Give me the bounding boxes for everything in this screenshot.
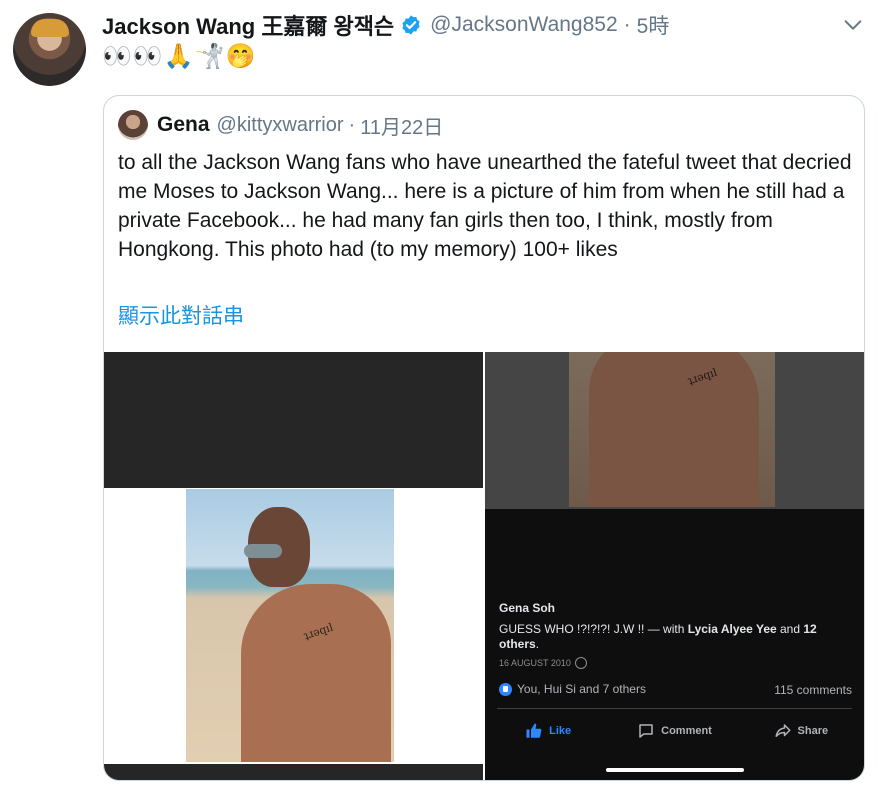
author-display-name[interactable]: Jackson Wang 王嘉爾 왕잭슨 — [102, 9, 394, 41]
quoted-tweet-text: to all the Jackson Wang fans who have un… — [118, 151, 852, 261]
fb-caption-middle: and — [776, 622, 804, 636]
fb-caption-start: GUESS WHO !?!?!?! J.W !! — with — [499, 622, 688, 636]
fb-comment-label: Comment — [661, 725, 712, 737]
fb-comment-action: Comment — [611, 718, 737, 744]
fb-comments-count: 115 comments — [774, 683, 852, 697]
fb-action-bar: Like Comment Share — [485, 718, 864, 744]
fb-share-label: Share — [797, 725, 829, 737]
fb-tagged-person: Lycia Alyee Yee — [687, 622, 777, 636]
fb-post-caption: GUESS WHO !?!?!?! J.W !! — with Lycia Al… — [499, 622, 849, 652]
beach-photo: ʇɹǝqıl — [186, 489, 394, 762]
fb-like-action: Like — [485, 718, 611, 744]
quoted-author-name: Gena — [157, 113, 210, 136]
quoted-author-handle: @kittyxwarrior — [216, 113, 344, 136]
quoted-tweet-header: Gena @kittyxwarrior · 11月22日 — [118, 110, 443, 140]
fb-photo-area: ʇɹǝqıl — [485, 352, 864, 509]
separator-dot: · — [623, 13, 631, 36]
comment-icon — [639, 724, 653, 738]
image-dark-band — [104, 352, 483, 488]
like-reaction-icon — [499, 682, 512, 696]
separator-dot: · — [348, 113, 356, 136]
photo-subject-sunglasses — [244, 544, 282, 558]
image-dark-band-bottom — [104, 764, 483, 780]
fb-post-date: 16 AUGUST 2010 — [499, 658, 571, 668]
fb-photo: ʇɹǝqıl — [569, 352, 775, 507]
fb-reactions: You, Hui Si and 7 others — [499, 682, 646, 696]
quoted-tweet-card[interactable]: Gena @kittyxwarrior · 11月22日 to all the … — [103, 95, 865, 781]
chevron-down-icon[interactable] — [842, 14, 864, 36]
media-image-left[interactable]: ʇɹǝqıl — [104, 352, 483, 780]
thumbs-up-icon — [526, 723, 542, 738]
globe-icon — [574, 657, 587, 669]
fb-like-label: Like — [549, 725, 572, 737]
tweet-text: 👀👀🙏🤺🤭 — [102, 42, 257, 70]
author-handle[interactable]: @JacksonWang852 — [430, 13, 617, 37]
home-indicator-bar — [606, 768, 744, 772]
fb-divider — [497, 708, 852, 709]
fb-photo-subject — [589, 352, 759, 507]
photo-subject-back — [241, 584, 391, 762]
tweet-author-avatar[interactable] — [13, 13, 86, 86]
share-icon — [775, 724, 791, 737]
tweet-header: Jackson Wang 王嘉爾 왕잭슨 @JacksonWang852 · 5… — [102, 10, 669, 40]
media-image-right[interactable]: ʇɹǝqıl Gena Soh GUESS WHO !?!?!?! J.W !!… — [485, 352, 864, 780]
verified-badge-icon — [402, 15, 420, 35]
quoted-author-avatar — [118, 110, 148, 140]
avatar-cap — [31, 19, 69, 37]
quoted-tweet-date: 11月22日 — [360, 116, 444, 139]
fb-caption-end: . — [535, 637, 540, 651]
fb-post-author: Gena Soh — [499, 601, 556, 615]
show-thread-link[interactable]: 顯示此對話串 — [118, 300, 244, 330]
tweet-time[interactable]: 5時 — [637, 10, 670, 40]
fb-post-date-row: 16 AUGUST 2010 — [499, 657, 587, 669]
fb-reactions-text: You, Hui Si and 7 others — [517, 682, 646, 696]
fb-share-action: Share — [738, 718, 864, 744]
